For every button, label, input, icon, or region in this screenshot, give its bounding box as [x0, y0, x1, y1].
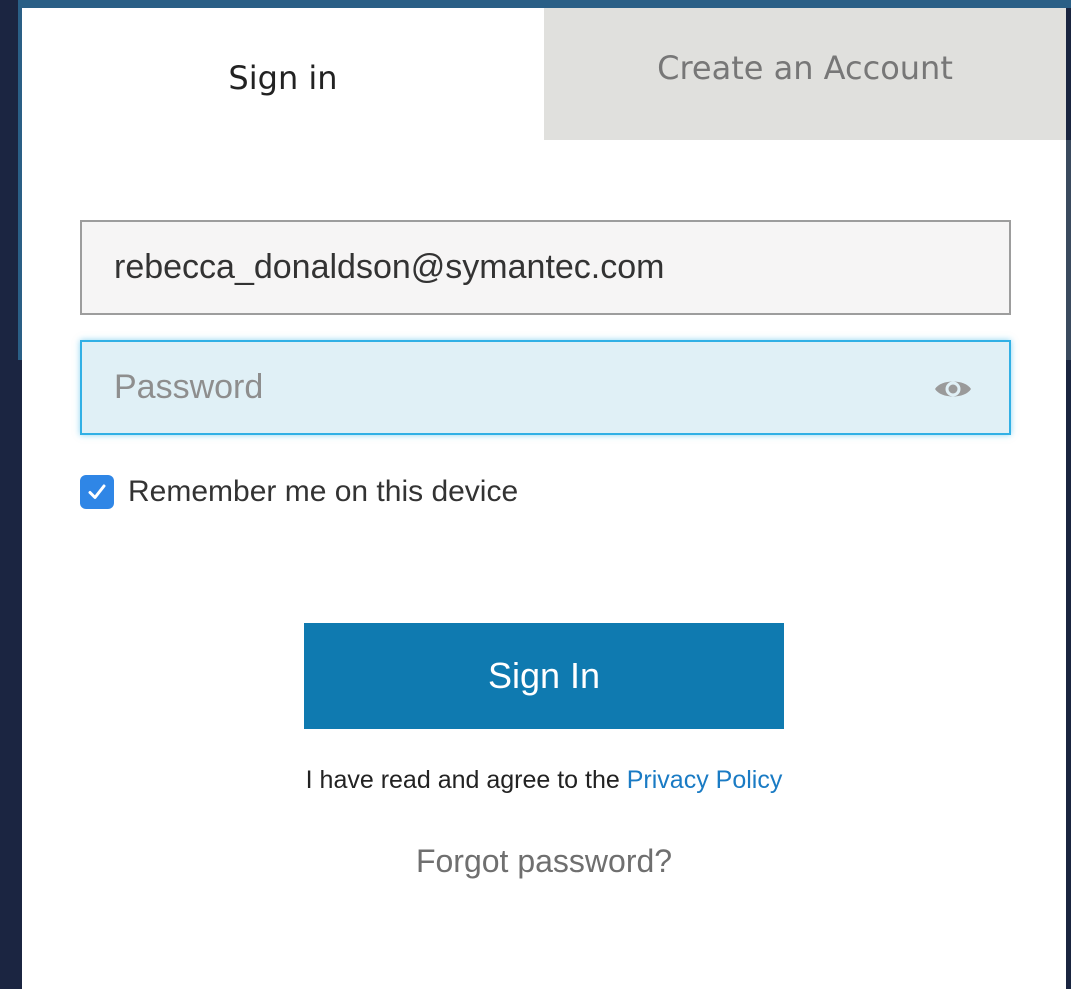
remember-me-checkbox[interactable]	[80, 475, 114, 509]
tab-sign-in-label: Sign in	[228, 59, 338, 97]
tab-create-account-label: Create an Account	[657, 49, 953, 87]
privacy-policy-link[interactable]: Privacy Policy	[627, 766, 783, 794]
sign-in-button[interactable]: Sign In	[304, 623, 784, 729]
remember-me-label: Remember me on this device	[128, 475, 519, 508]
privacy-agreement: I have read and agree to the Privacy Pol…	[22, 766, 1066, 795]
email-field[interactable]	[80, 220, 1011, 315]
checkmark-icon	[88, 484, 106, 499]
tab-create-account[interactable]: Create an Account	[544, 8, 1066, 140]
tab-sign-in[interactable]: Sign in	[22, 8, 544, 140]
remember-me-row: Remember me on this device	[80, 473, 518, 511]
forgot-password-link[interactable]: Forgot password?	[22, 843, 1066, 880]
sign-in-card: Sign in Create an Account Remember me on…	[22, 8, 1066, 989]
eye-icon[interactable]	[933, 376, 973, 402]
auth-tabs: Sign in Create an Account	[22, 8, 1066, 140]
background-right-strip	[1066, 140, 1071, 360]
privacy-agreement-text: I have read and agree to the	[305, 766, 627, 794]
password-field-container	[80, 340, 1011, 435]
password-field[interactable]	[82, 342, 942, 433]
background-top-accent	[22, 0, 1071, 8]
